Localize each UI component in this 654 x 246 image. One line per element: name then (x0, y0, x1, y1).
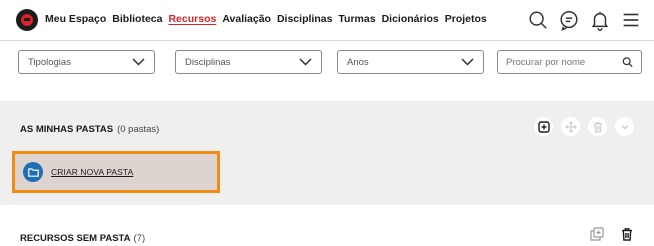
search-icon[interactable] (622, 56, 633, 68)
disciplinas-select-label: Disciplinas (185, 56, 231, 68)
brand-logo-icon[interactable] (16, 9, 38, 31)
chevron-down-icon (461, 58, 474, 66)
nav-item-turmas[interactable]: Turmas (338, 13, 375, 25)
my-folders-title: AS MINHAS PASTAS (20, 124, 114, 135)
nav-item-recursos[interactable]: Recursos (168, 13, 216, 25)
my-folders-panel: AS MINHAS PASTAS (0 pastas) CRIAR NOVA P… (0, 101, 654, 205)
unfiled-resources-count: (7) (133, 233, 146, 244)
header-divider (0, 40, 654, 41)
anos-select-label: Anos (347, 56, 369, 68)
chevron-down-icon (621, 124, 628, 129)
my-folders-heading: AS MINHAS PASTAS (0 pastas) (20, 124, 159, 135)
add-icon (537, 120, 550, 133)
nav-item-avaliacao[interactable]: Avaliação (222, 13, 271, 25)
disciplinas-select[interactable]: Disciplinas (175, 50, 322, 74)
nav-item-projetos[interactable]: Projetos (445, 13, 487, 25)
create-folder-button[interactable]: CRIAR NOVA PASTA (12, 151, 220, 193)
nav-item-disciplinas[interactable]: Disciplinas (277, 13, 332, 25)
chevron-down-icon (299, 58, 312, 66)
expand-folders-button[interactable] (615, 117, 634, 136)
folder-actions (534, 117, 634, 136)
anos-select[interactable]: Anos (337, 50, 484, 74)
filter-bar: Tipologias Disciplinas Anos (12, 50, 642, 76)
add-folder-button[interactable] (534, 117, 553, 136)
search-field[interactable] (497, 50, 642, 74)
nav-item-meu-espaco[interactable]: Meu Espaço (45, 13, 106, 25)
nav-item-dicionarios[interactable]: Dicionários (382, 13, 439, 25)
search-input[interactable] (506, 56, 623, 68)
bell-icon[interactable] (589, 9, 611, 31)
move-icon (564, 120, 577, 133)
search-icon[interactable] (527, 9, 549, 31)
move-folder-button[interactable] (561, 117, 580, 136)
chat-icon[interactable] (558, 9, 580, 31)
nav-item-biblioteca[interactable]: Biblioteca (112, 13, 162, 25)
folder-icon-badge (23, 162, 43, 182)
trash-icon (593, 121, 602, 133)
delete-folder-button[interactable] (588, 117, 607, 136)
chevron-down-icon (132, 58, 145, 66)
add-to-folder-icon[interactable] (590, 227, 604, 241)
main-nav: Meu Espaço Biblioteca Recursos Avaliação… (45, 13, 487, 25)
menu-icon[interactable] (620, 9, 642, 31)
tipologias-select-label: Tipologias (28, 56, 71, 68)
folder-icon (27, 167, 39, 177)
create-folder-label: CRIAR NOVA PASTA (51, 167, 134, 177)
top-header: Meu Espaço Biblioteca Recursos Avaliação… (0, 0, 654, 40)
tipologias-select[interactable]: Tipologias (18, 50, 155, 74)
unfiled-resources-title: RECURSOS SEM PASTA (20, 233, 131, 244)
trash-icon[interactable] (620, 227, 634, 241)
unfiled-resources-heading: RECURSOS SEM PASTA (7) (20, 233, 145, 244)
my-folders-count: (0 pastas) (117, 124, 160, 135)
unfiled-actions (590, 227, 634, 241)
header-icons (527, 9, 642, 31)
